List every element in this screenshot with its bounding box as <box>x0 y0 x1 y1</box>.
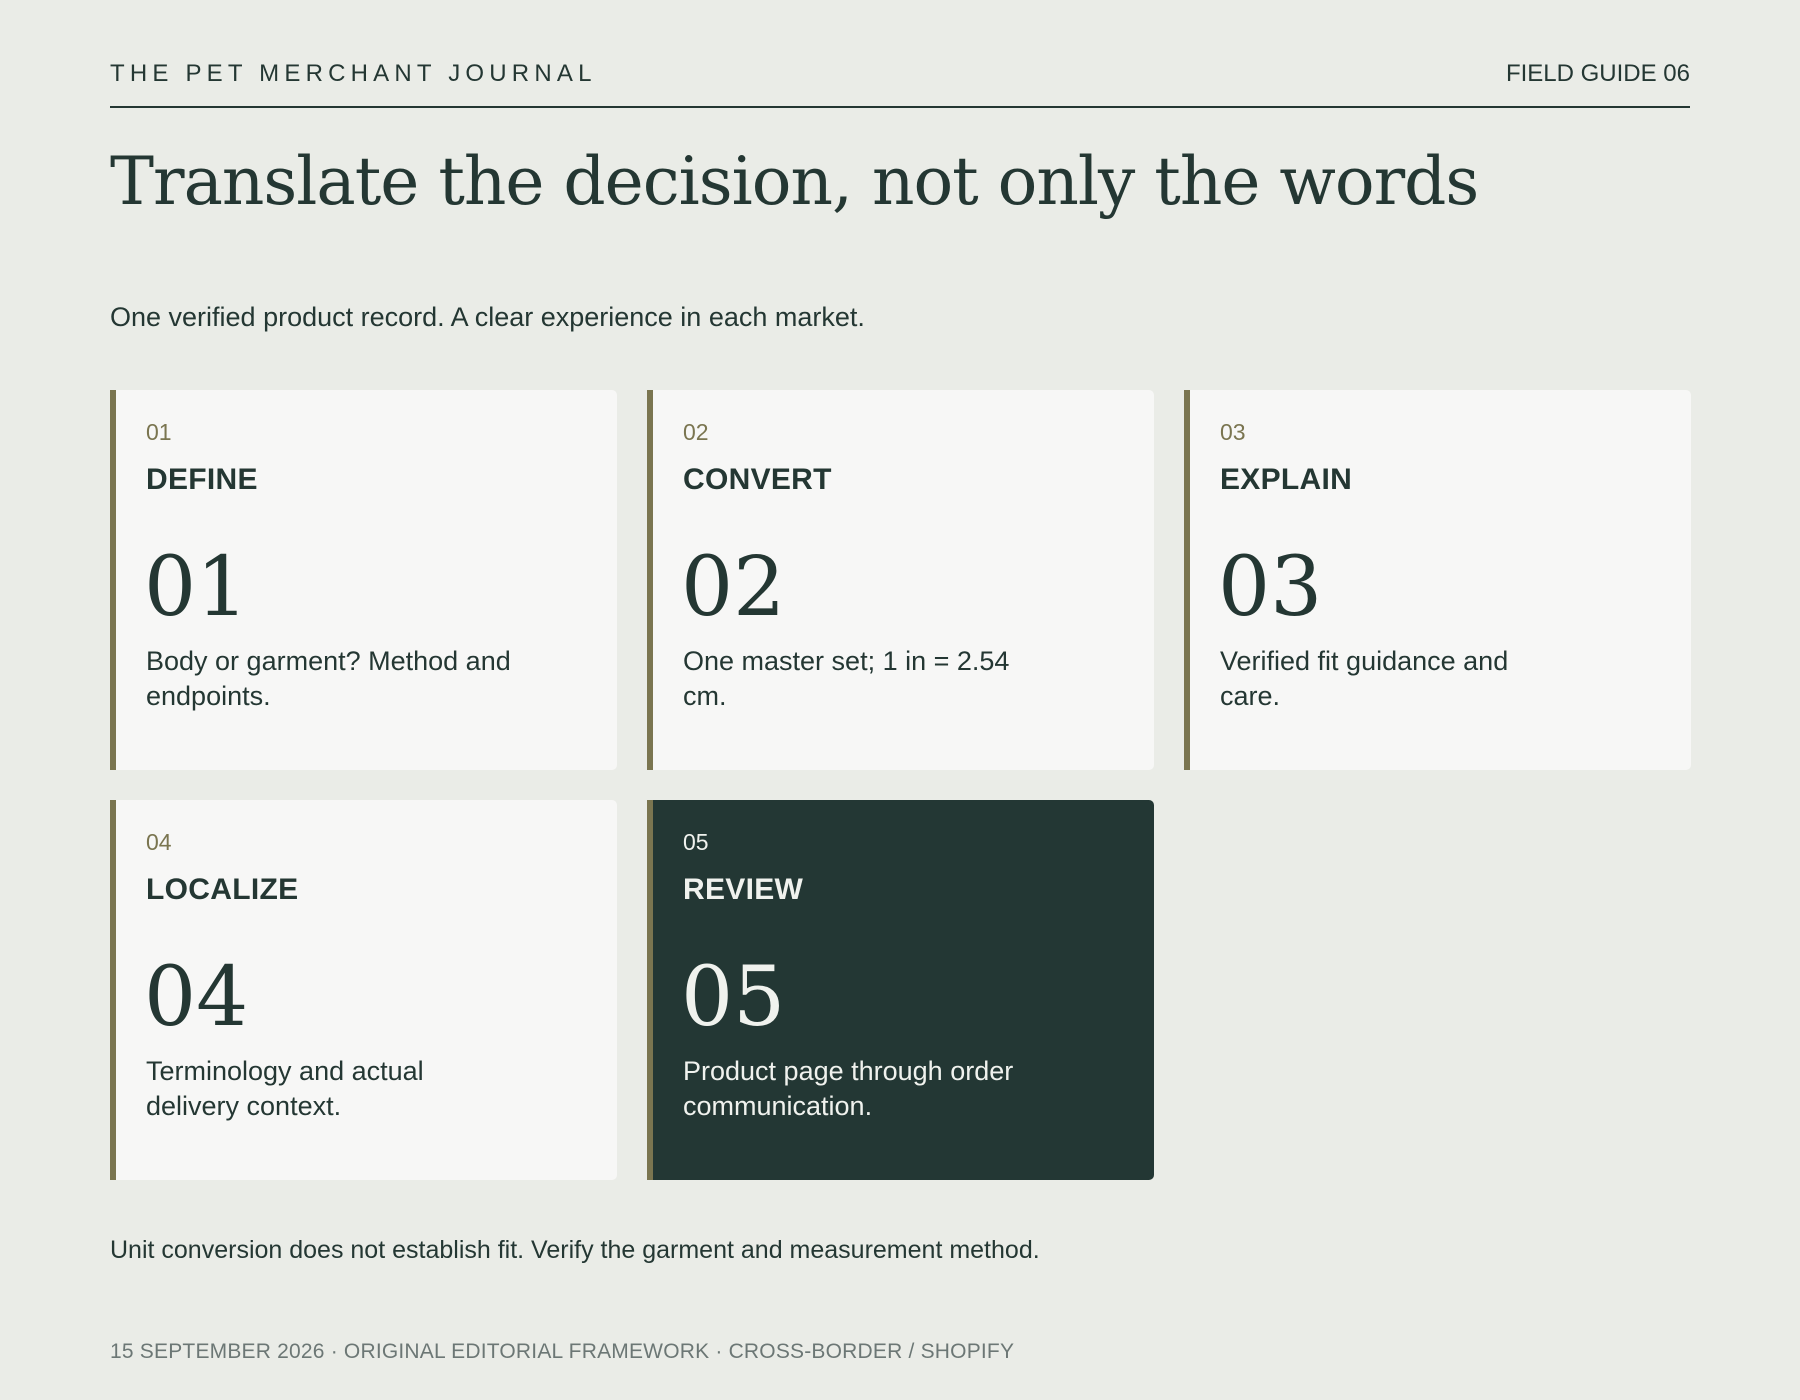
step-description: Body or garment? Method and endpoints. <box>146 646 511 711</box>
step-card-define: 01 DEFINE 01 Body or garment? Method and… <box>110 390 617 770</box>
step-number: 02 <box>683 419 709 445</box>
guide-label: FIELD GUIDE 06 <box>1505 60 1690 87</box>
step-title: REVIEW <box>683 873 804 906</box>
footer-meta: 15 SEPTEMBER 2026 · ORIGINAL EDITORIAL F… <box>110 1340 1015 1363</box>
step-description: One master set; 1 in = 2.54 cm. <box>683 646 1010 711</box>
subtitle: One verified product record. A clear exp… <box>110 302 865 332</box>
step-card-localize: 04 LOCALIZE 04 Terminology and actual de… <box>110 800 617 1180</box>
step-description: Terminology and actual delivery context. <box>146 1056 424 1121</box>
step-big-number: 03 <box>1218 540 1323 635</box>
step-number: 01 <box>146 419 172 445</box>
step-number: 03 <box>1220 419 1246 445</box>
step-number: 05 <box>683 829 709 855</box>
step-title: CONVERT <box>683 463 832 496</box>
step-card-review: 05 REVIEW 05 Product page through order … <box>647 800 1154 1180</box>
step-card-convert: 02 CONVERT 02 One master set; 1 in = 2.5… <box>647 390 1154 770</box>
step-big-number: 04 <box>144 950 249 1045</box>
step-description: Verified fit guidance and care. <box>1220 646 1509 711</box>
page-title: Translate the decision, not only the wor… <box>110 143 1479 220</box>
step-card-explain: 03 EXPLAIN 03 Verified fit guidance and … <box>1184 390 1691 770</box>
step-title: LOCALIZE <box>146 873 299 906</box>
step-title: EXPLAIN <box>1220 463 1353 496</box>
step-description: Product page through order communication… <box>683 1056 1014 1121</box>
step-big-number: 02 <box>681 540 786 635</box>
step-big-number: 01 <box>144 540 249 635</box>
masthead: THE PET MERCHANT JOURNAL FIELD GUIDE 06 <box>110 58 1690 108</box>
publication-title: THE PET MERCHANT JOURNAL <box>110 60 597 87</box>
step-big-number: 05 <box>681 950 786 1045</box>
fit-note: Unit conversion does not establish fit. … <box>110 1236 1040 1264</box>
step-number: 04 <box>146 829 172 855</box>
step-title: DEFINE <box>146 463 258 496</box>
